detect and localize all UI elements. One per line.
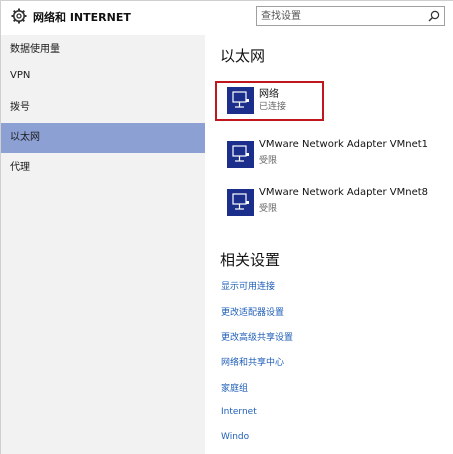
related-settings-title: 相关设置 bbox=[220, 251, 281, 269]
network-item-vmnet1[interactable]: VMware Network Adapter VMnet1 受限 bbox=[219, 137, 449, 171]
search-input[interactable] bbox=[261, 8, 421, 24]
sidebar-item-ethernet[interactable]: 以太网 bbox=[1, 123, 205, 153]
sidebar-item-dialup[interactable]: 拨号 bbox=[1, 93, 205, 123]
network-status: 受限 bbox=[259, 204, 278, 214]
selection-highlight-box bbox=[215, 81, 324, 121]
settings-window: 网络和 INTERNET 数据使用量 VPN 拨号 以太网 代理 以太网 bbox=[0, 0, 453, 454]
sidebar: 数据使用量 VPN 拨号 以太网 代理 bbox=[1, 35, 205, 454]
app-title: 网络和 INTERNET bbox=[33, 11, 131, 24]
sidebar-item-vpn[interactable]: VPN bbox=[1, 61, 205, 91]
main-panel: 以太网 网络 已连接 VMware Network Adapter VMnet1… bbox=[205, 35, 453, 454]
network-adapter-icon bbox=[227, 141, 254, 168]
search-box[interactable] bbox=[256, 6, 445, 26]
link-change-advanced-sharing[interactable]: 更改高级共享设置 bbox=[221, 330, 293, 343]
header: 网络和 INTERNET bbox=[1, 1, 453, 35]
network-adapter-icon bbox=[227, 189, 254, 216]
gear-icon[interactable] bbox=[11, 8, 27, 24]
network-name: VMware Network Adapter VMnet8 bbox=[259, 187, 429, 198]
link-homegroup[interactable]: 家庭组 bbox=[221, 381, 248, 394]
link-network-sharing-center[interactable]: 网络和共享中心 bbox=[221, 355, 284, 368]
search-icon[interactable] bbox=[428, 10, 440, 22]
network-item-vmnet8[interactable]: VMware Network Adapter VMnet8 受限 bbox=[219, 185, 449, 219]
link-internet[interactable]: Internet bbox=[221, 407, 257, 417]
link-change-adapter-settings[interactable]: 更改适配器设置 bbox=[221, 305, 284, 318]
page-title: 以太网 bbox=[220, 47, 266, 65]
sidebar-item-proxy[interactable]: 代理 bbox=[1, 153, 205, 183]
network-name: VMware Network Adapter VMnet1 bbox=[259, 139, 429, 150]
link-show-available-connections[interactable]: 显示可用连接 bbox=[221, 279, 275, 292]
network-status: 受限 bbox=[259, 156, 278, 166]
link-windows[interactable]: Windo bbox=[221, 432, 249, 442]
